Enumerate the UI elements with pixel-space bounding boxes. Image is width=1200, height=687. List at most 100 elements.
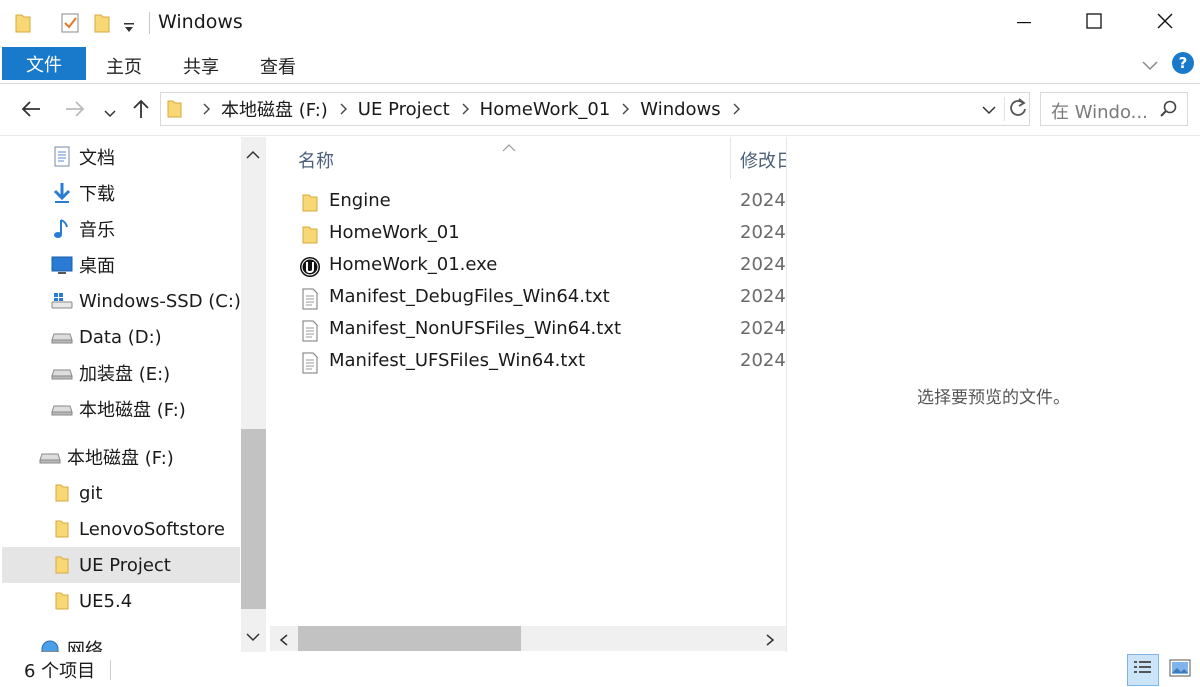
file-row[interactable]: HomeWork_01 2024 [290, 219, 786, 251]
file-date: 2024 [740, 350, 786, 371]
scrollbar-thumb[interactable] [298, 626, 521, 651]
file-row[interactable]: Engine 2024 [290, 187, 786, 219]
folder-icon [167, 99, 183, 119]
forward-arrow-icon[interactable] [64, 98, 86, 125]
text-file-icon [298, 319, 322, 343]
nav-item-documents[interactable]: 文档 [2, 139, 240, 175]
preview-message: 选择要预览的文件。 [917, 388, 1070, 408]
title-separator [149, 12, 150, 34]
file-date: 2024 [740, 222, 786, 243]
nav-pane-scrollbar[interactable] [241, 137, 266, 652]
properties-icon[interactable] [60, 12, 80, 39]
close-icon [1157, 13, 1173, 34]
windows-drive-icon [50, 289, 74, 313]
close-button[interactable] [1145, 8, 1185, 38]
folder-icon [14, 12, 32, 39]
breadcrumb-homework[interactable]: HomeWork_01 [480, 99, 611, 120]
unreal-engine-icon [298, 255, 322, 279]
nav-item-ue-project[interactable]: UE Project [2, 547, 240, 583]
text-file-icon [298, 287, 322, 311]
maximize-icon [1086, 12, 1102, 34]
status-separator [110, 660, 111, 680]
nav-item-drive-d[interactable]: Data (D:) [2, 319, 240, 355]
scrollbar-thumb[interactable] [241, 429, 266, 609]
details-view-button[interactable] [1127, 654, 1159, 686]
maximize-button[interactable] [1074, 8, 1114, 38]
details-view-icon [1133, 659, 1153, 682]
folder-icon [50, 481, 74, 505]
download-icon [50, 181, 74, 205]
navigation-pane: 文档 下载 音乐 桌面 Windows-SSD (C:) Data (D:) 加… [0, 137, 266, 652]
tab-file[interactable]: 文件 [2, 47, 86, 80]
nav-item-downloads[interactable]: 下载 [2, 175, 240, 211]
tab-view[interactable]: 查看 [260, 53, 296, 79]
file-date: 2024 [740, 254, 786, 275]
file-row[interactable]: Manifest_NonUFSFiles_Win64.txt 2024 [290, 315, 786, 347]
back-arrow-icon[interactable] [20, 98, 42, 125]
tab-home[interactable]: 主页 [106, 53, 142, 79]
chevron-right-icon[interactable] [340, 103, 348, 115]
recent-locations-icon[interactable] [104, 103, 116, 124]
file-row[interactable]: HomeWork_01.exe 2024 [290, 251, 786, 283]
chevron-right-icon[interactable] [203, 103, 211, 115]
breadcrumb-drive[interactable]: 本地磁盘 (F:) [221, 96, 328, 122]
nav-item-drive-f[interactable]: 本地磁盘 (F:) [2, 391, 240, 427]
search-placeholder: 在 Windo... [1051, 102, 1148, 123]
minimize-icon [1017, 13, 1031, 34]
nav-item-ue54[interactable]: UE5.4 [2, 583, 240, 619]
file-list-horizontal-scrollbar[interactable] [270, 626, 786, 651]
chevron-right-icon[interactable] [462, 103, 470, 115]
nav-item-desktop[interactable]: 桌面 [2, 247, 240, 283]
drive-icon [50, 325, 74, 349]
network-icon [38, 637, 62, 652]
breadcrumb-windows[interactable]: Windows [640, 99, 720, 120]
nav-item-lenovosoftstore[interactable]: LenovoSoftstore [2, 511, 240, 547]
scroll-down-icon[interactable] [245, 627, 261, 648]
status-bar: 6 个项目 [0, 652, 1200, 687]
nav-item-drive-f-root[interactable]: 本地磁盘 (F:) [2, 439, 240, 475]
help-button[interactable]: ? [1172, 52, 1194, 74]
expand-ribbon-icon[interactable] [1141, 55, 1159, 76]
folder-icon [50, 589, 74, 613]
nav-item-drive-c[interactable]: Windows-SSD (C:) [2, 283, 241, 319]
scroll-left-icon[interactable] [278, 631, 290, 652]
new-folder-icon[interactable] [93, 12, 111, 39]
column-divider[interactable] [730, 137, 731, 179]
file-row[interactable]: Manifest_UFSFiles_Win64.txt 2024 [290, 347, 786, 379]
drive-icon [50, 397, 74, 421]
minimize-button[interactable] [1004, 8, 1044, 38]
large-icons-view-icon [1169, 659, 1191, 682]
sort-ascending-icon [502, 137, 516, 158]
nav-item-music[interactable]: 音乐 [2, 211, 240, 247]
search-box[interactable]: 在 Windo... [1040, 92, 1188, 126]
file-name: Manifest_NonUFSFiles_Win64.txt [329, 318, 622, 339]
column-header-name[interactable]: 名称 [298, 147, 334, 173]
folder-icon [298, 223, 322, 247]
up-arrow-icon[interactable] [130, 98, 152, 125]
navigation-bar: 本地磁盘 (F:) UE Project HomeWork_01 Windows… [0, 84, 1200, 136]
search-icon[interactable] [1159, 99, 1179, 124]
refresh-icon[interactable] [1004, 97, 1028, 121]
file-name: HomeWork_01.exe [329, 254, 498, 275]
file-date: 2024 [740, 286, 786, 307]
scroll-right-icon[interactable] [764, 631, 776, 652]
nav-item-drive-e[interactable]: 加装盘 (E:) [2, 355, 240, 391]
scroll-up-icon[interactable] [245, 145, 261, 166]
breadcrumb-ue-project[interactable]: UE Project [358, 99, 450, 120]
address-bar[interactable]: 本地磁盘 (F:) UE Project HomeWork_01 Windows [160, 92, 1030, 126]
music-icon [50, 217, 74, 241]
tab-share[interactable]: 共享 [183, 53, 219, 79]
file-row[interactable]: Manifest_DebugFiles_Win64.txt 2024 [290, 283, 786, 315]
preview-pane: 选择要预览的文件。 [787, 137, 1200, 652]
nav-item-git[interactable]: git [2, 475, 240, 511]
item-count: 6 个项目 [24, 661, 96, 682]
chevron-right-icon[interactable] [733, 103, 741, 115]
file-name: Manifest_DebugFiles_Win64.txt [329, 286, 610, 307]
column-header-date[interactable]: 修改日 [740, 147, 786, 173]
file-name: HomeWork_01 [329, 222, 460, 243]
chevron-right-icon[interactable] [622, 103, 630, 115]
nav-item-network[interactable]: 网络 [2, 631, 240, 652]
address-history-icon[interactable] [982, 101, 996, 122]
large-icons-view-button[interactable] [1164, 654, 1196, 686]
customize-toolbar-icon[interactable] [123, 18, 135, 39]
